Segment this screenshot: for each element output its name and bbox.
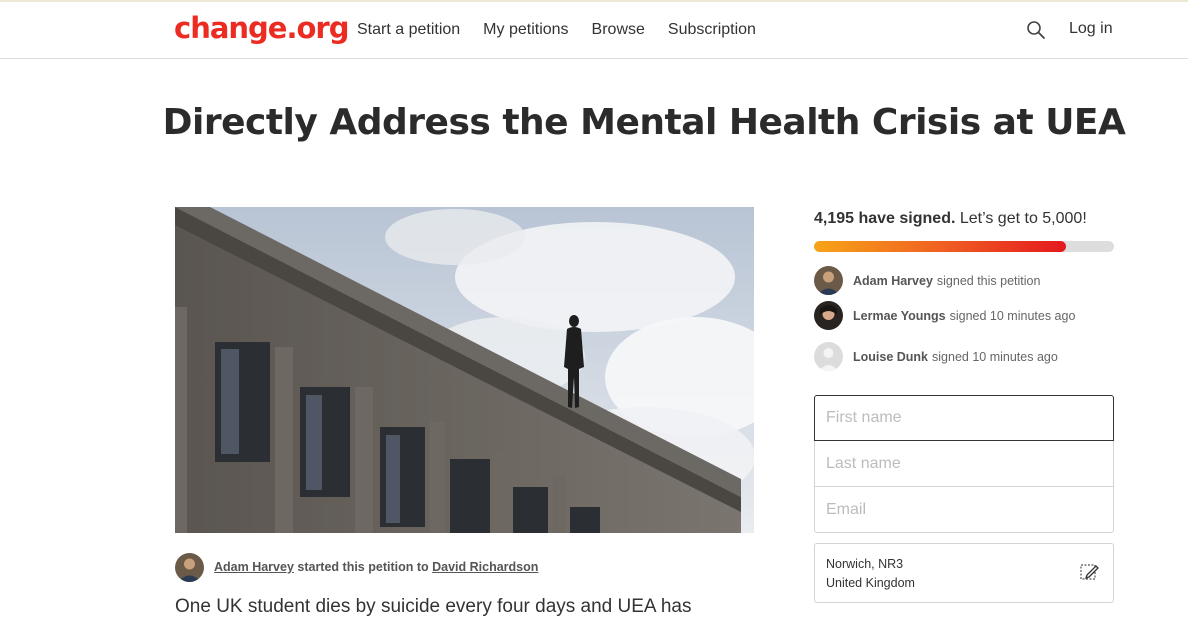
recent-signer: Lermae Youngs signed 10 minutes ago (814, 301, 1075, 330)
starter-name-link[interactable]: Adam Harvey (214, 560, 294, 574)
target-name-link[interactable]: David Richardson (432, 560, 538, 574)
signer-name[interactable]: Adam Harvey (853, 274, 933, 288)
petition-intro: One UK student dies by suicide every fou… (175, 596, 692, 617)
nav-subscription[interactable]: Subscription (668, 21, 756, 39)
signer-name[interactable]: Lermae Youngs (853, 309, 946, 323)
nav-my-petitions[interactable]: My petitions (483, 21, 568, 39)
petition-title: Directly Address the Mental Health Crisi… (162, 102, 1126, 143)
progress-fill (814, 241, 1066, 252)
signer-action: signed 10 minutes ago (949, 308, 1076, 323)
email-input[interactable] (814, 487, 1114, 533)
recent-signer: Adam Harvey signed this petition (814, 266, 1040, 295)
nav-browse[interactable]: Browse (592, 21, 645, 39)
pencil-icon[interactable] (1079, 561, 1101, 583)
location-field[interactable]: Norwich, NR3 United Kingdom (814, 543, 1114, 603)
first-name-input[interactable] (814, 395, 1114, 441)
signer-action: signed this petition (936, 273, 1041, 288)
nav-start-petition[interactable]: Start a petition (357, 21, 460, 39)
signature-count: 4,195 have signed. Let’s get to 5,000! (814, 210, 1087, 228)
recent-signer: Louise Dunk signed 10 minutes ago (814, 342, 1058, 371)
main-nav: Start a petition My petitions Browse Sub… (357, 21, 779, 39)
last-name-input[interactable] (814, 441, 1114, 487)
login-link[interactable]: Log in (1069, 20, 1113, 38)
goal-text: Let’s get to 5,000! (955, 210, 1087, 227)
default-avatar-icon[interactable] (814, 342, 843, 371)
signer-action: signed 10 minutes ago (932, 349, 1058, 364)
petition-image (175, 207, 754, 533)
signed-count: 4,195 have signed. (814, 210, 956, 227)
petition-starter: Adam Harvey started this petition to Dav… (175, 552, 538, 582)
search-icon[interactable] (1026, 20, 1046, 40)
starter-avatar[interactable] (175, 552, 204, 582)
signer-avatar[interactable] (814, 301, 843, 330)
signer-avatar[interactable] (814, 266, 843, 295)
location-line-1: Norwich, NR3 (826, 557, 904, 571)
change-org-logo[interactable]: change.org (174, 11, 349, 45)
signer-name[interactable]: Louise Dunk (853, 350, 928, 364)
starter-text: Adam Harvey started this petition to Dav… (214, 560, 538, 574)
location-line-2: United Kingdom (826, 576, 915, 590)
site-header: change.org Start a petition My petitions… (0, 2, 1188, 59)
petition-photo (175, 207, 754, 533)
signature-progress-bar (814, 241, 1114, 252)
starter-mid-text: started this petition to (293, 560, 433, 574)
